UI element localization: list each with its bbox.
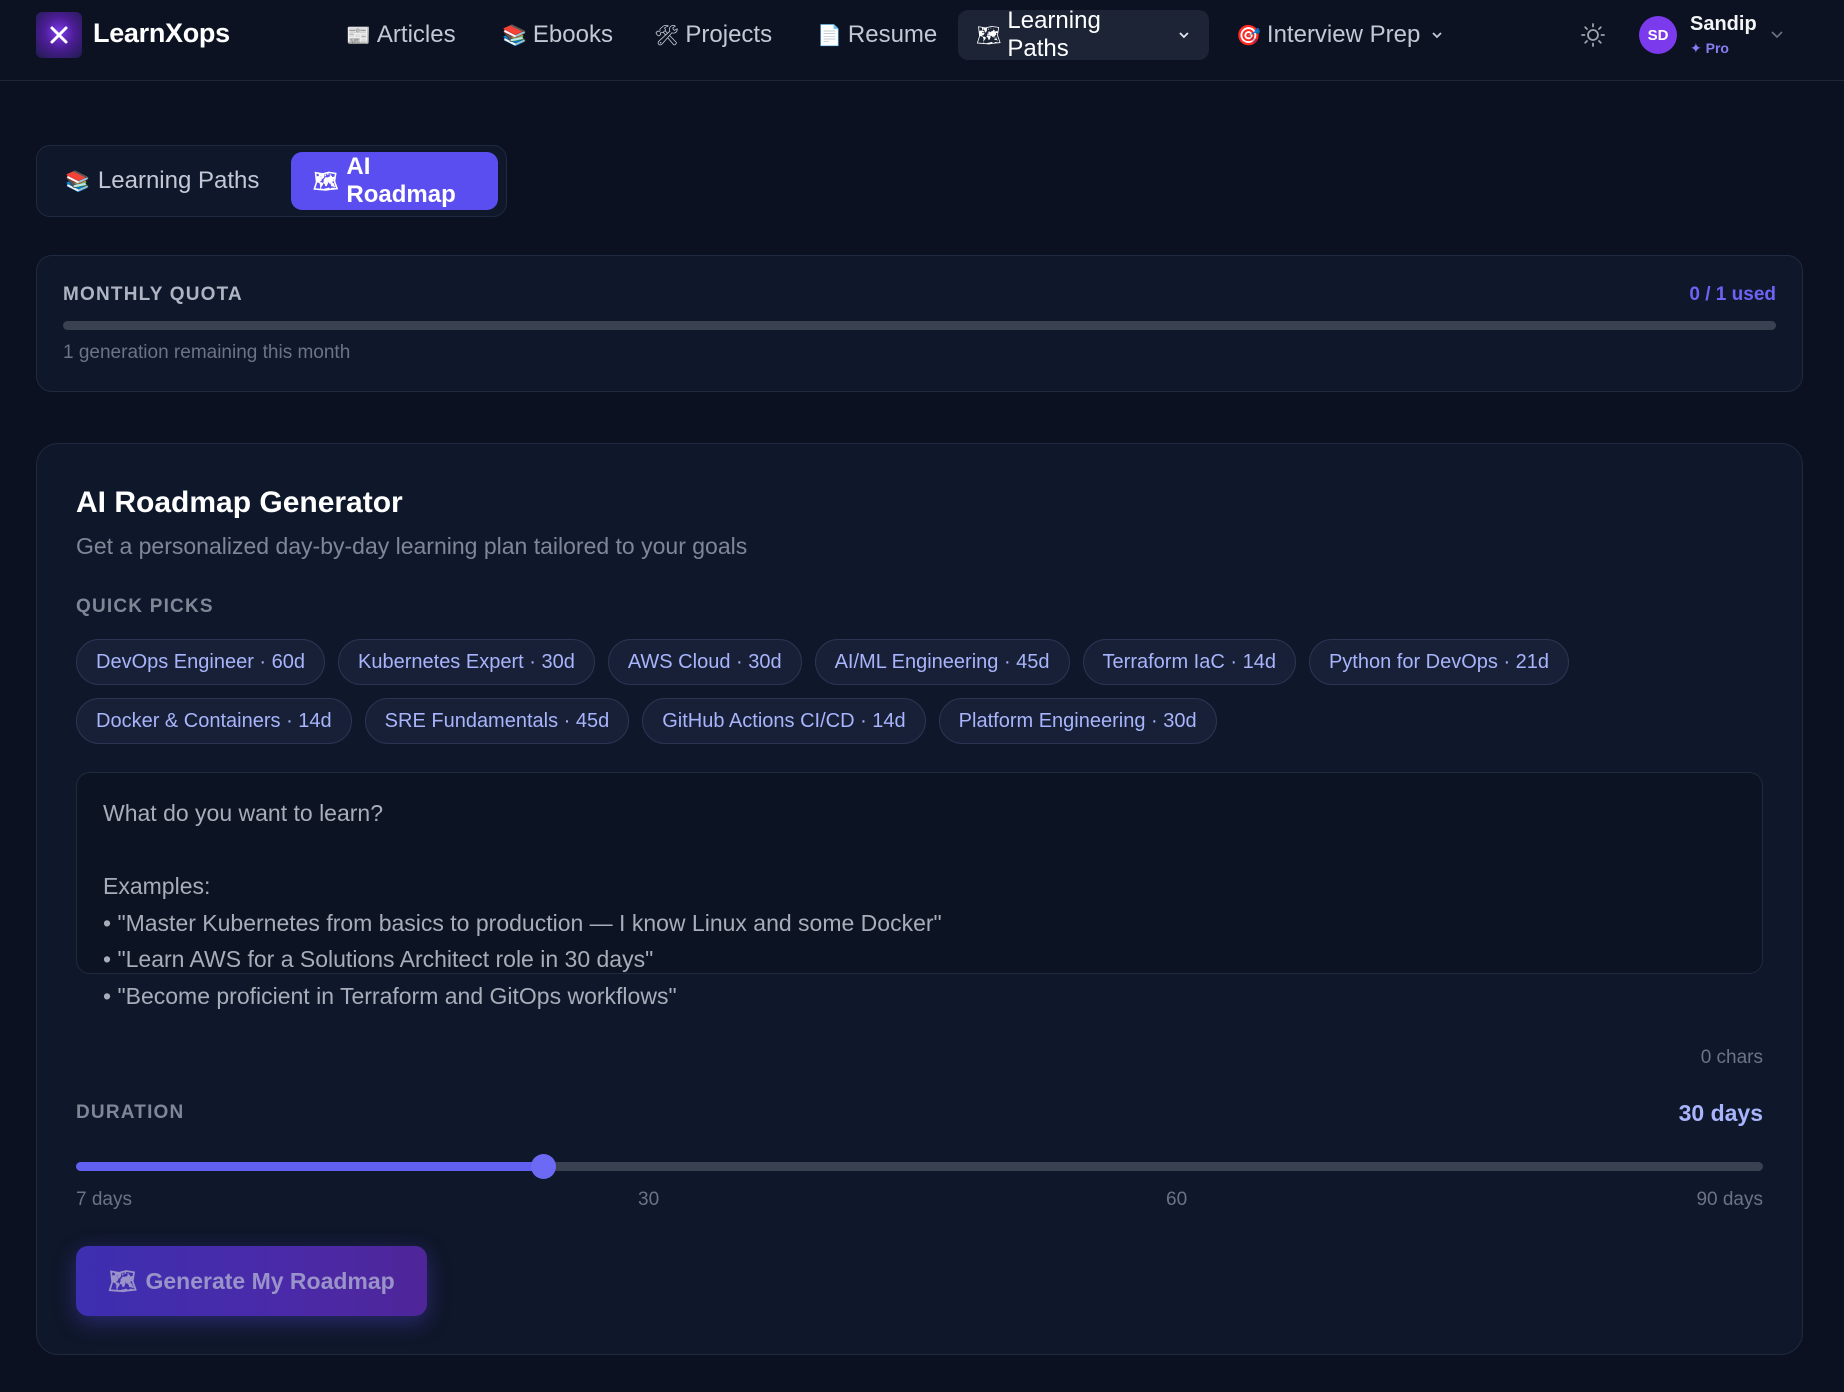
quick-pick-chip[interactable]: Docker & Containers · 14d <box>76 698 352 744</box>
quota-used: 0 / 1 used <box>1689 284 1776 305</box>
generate-roadmap-button[interactable]: 🗺 Generate My Roadmap <box>76 1246 427 1316</box>
duration-tick-min: 7 days <box>76 1189 132 1210</box>
quick-pick-chip[interactable]: AWS Cloud · 30d <box>607 639 802 685</box>
duration-tick-max: 90 days <box>1696 1189 1763 1210</box>
quick-pick-chip[interactable]: SRE Fundamentals · 45d <box>364 698 630 744</box>
top-nav: LearnXops 📰 Articles 📚 Ebooks 🛠 Projects… <box>0 0 1844 81</box>
quick-pick-chip[interactable]: Kubernetes Expert · 30d <box>338 639 595 685</box>
quota-card: MONTHLY QUOTA 0 / 1 used 1 generation re… <box>36 255 1803 392</box>
nav-ebooks[interactable]: 📚 Ebooks <box>484 10 631 60</box>
duration-tick-60: 60 <box>1166 1189 1188 1210</box>
nav-interview-prep-label: Interview Prep <box>1266 21 1421 48</box>
view-tabs: 📚 Learning Paths 🗺 AI Roadmap <box>36 145 507 217</box>
quick-pick-chip[interactable]: Python for DevOps · 21d <box>1308 639 1570 685</box>
roadmap-generator-card: AI Roadmap Generator Get a personalized … <box>36 443 1803 1355</box>
duration-slider-thumb[interactable] <box>531 1154 557 1179</box>
quick-pick-chip[interactable]: DevOps Engineer · 60d <box>76 639 326 685</box>
quick-pick-chip[interactable]: Terraform IaC · 14d <box>1082 639 1296 685</box>
learning-goal-input[interactable]: What do you want to learn? Examples: • "… <box>76 772 1763 1009</box>
tools-icon: 🛠 <box>654 24 680 47</box>
map-icon: 🗺 <box>313 170 339 193</box>
tab-learning-paths-label: Learning Paths <box>97 167 260 194</box>
quick-picks: DevOps Engineer · 60d Kubernetes Expert … <box>76 639 1576 757</box>
duration-slider[interactable] <box>76 1154 1763 1179</box>
logo-icon[interactable] <box>36 12 82 58</box>
tab-ai-roadmap[interactable]: 🗺 AI Roadmap <box>291 152 498 210</box>
quick-pick-chip[interactable]: AI/ML Engineering · 45d <box>814 639 1070 685</box>
char-count: 0 chars <box>1700 1047 1763 1068</box>
generator-title: AI Roadmap Generator <box>76 486 403 519</box>
tab-learning-paths[interactable]: 📚 Learning Paths <box>43 152 281 210</box>
quota-progress-bar <box>63 321 1776 330</box>
nav-learning-paths-label: Learning Paths <box>1007 7 1101 62</box>
duration-label: DURATION <box>76 1102 185 1123</box>
quick-pick-chip[interactable]: Platform Engineering · 30d <box>938 698 1217 744</box>
newspaper-icon: 📰 <box>346 24 371 47</box>
books-icon: 📚 <box>502 24 527 47</box>
quota-title: MONTHLY QUOTA <box>63 284 243 305</box>
generate-roadmap-label: Generate My Roadmap <box>145 1267 395 1294</box>
nav-interview-prep[interactable]: 🎯 Interview Prep <box>1218 10 1462 60</box>
tab-ai-roadmap-label: AI Roadmap <box>346 153 456 208</box>
chevron-down-icon[interactable] <box>1769 26 1785 42</box>
map-icon: 🗺 <box>108 1267 138 1294</box>
nav-ebooks-label: Ebooks <box>532 21 613 48</box>
quick-pick-chip[interactable]: GitHub Actions CI/CD · 14d <box>642 698 926 744</box>
nav-articles[interactable]: 📰 Articles <box>328 10 474 60</box>
nav-projects[interactable]: 🛠 Projects <box>636 10 790 60</box>
duration-value: 30 days <box>1678 1100 1763 1126</box>
nav-articles-label: Articles <box>376 21 456 48</box>
nav-resume[interactable]: 📄 Resume <box>799 10 955 60</box>
target-icon: 🎯 <box>1236 24 1261 47</box>
user-name[interactable]: Sandip <box>1690 13 1757 36</box>
avatar[interactable]: SD <box>1639 16 1677 54</box>
quota-remaining: 1 generation remaining this month <box>63 342 351 363</box>
map-icon: 🗺 <box>976 24 1002 47</box>
nav-learning-paths[interactable]: 🗺 Learning Paths <box>958 7 1209 62</box>
quick-picks-label: QUICK PICKS <box>76 596 214 617</box>
nav-projects-label: Projects <box>685 21 773 48</box>
duration-slider-fill <box>76 1162 544 1171</box>
document-icon: 📄 <box>817 24 842 47</box>
user-plan-badge: ✦ Pro <box>1690 40 1729 56</box>
books-icon: 📚 <box>65 170 90 193</box>
chevron-down-icon <box>1179 32 1189 39</box>
chevron-down-icon <box>1432 32 1442 39</box>
nav-resume-label: Resume <box>847 21 938 48</box>
brand-name[interactable]: LearnXops <box>93 18 230 49</box>
generator-subtitle: Get a personalized day-by-day learning p… <box>76 533 748 559</box>
sun-icon[interactable] <box>1580 22 1606 48</box>
duration-tick-30: 30 <box>638 1189 660 1210</box>
